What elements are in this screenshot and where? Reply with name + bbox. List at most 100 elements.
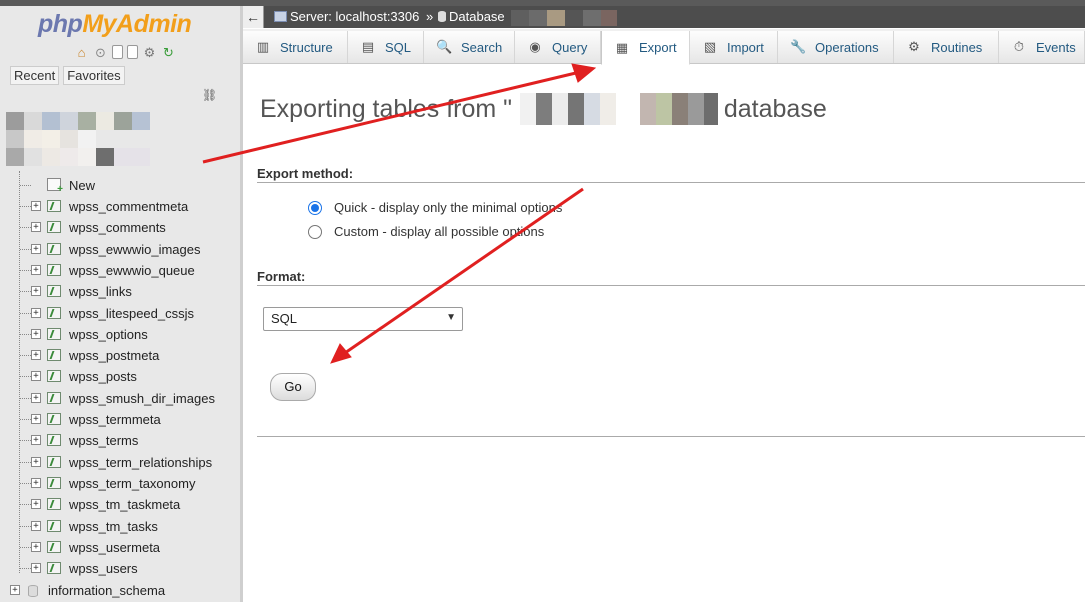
sidebar-resizer[interactable] (240, 6, 243, 602)
table-icon (47, 349, 61, 362)
tab-label: Routines (931, 39, 983, 55)
table-item[interactable]: + wpss_users (0, 558, 240, 579)
exit-icon[interactable]: ⊙ (93, 45, 108, 60)
table-item[interactable]: + wpss_terms (0, 430, 240, 451)
tab-events[interactable]: ⏱ Events (999, 31, 1085, 63)
expand-icon[interactable]: + (31, 286, 41, 297)
quick-icons: ⌂ ⊙ ⚙ ↻ (74, 45, 176, 60)
database-item-information-schema[interactable]: + information_schema (0, 580, 240, 602)
table-item[interactable]: + wpss_tm_taskmeta (0, 494, 240, 515)
quick-option[interactable]: Quick - display only the minimal options (308, 200, 562, 215)
expand-icon[interactable]: + (31, 541, 41, 552)
arrow-head (330, 343, 352, 364)
table-item[interactable]: + wpss_termmeta (0, 409, 240, 430)
recent-favorites: Recent Favorites (10, 66, 125, 85)
expand-icon[interactable]: + (31, 414, 41, 424)
link-icon[interactable]: ⛓ (202, 88, 217, 102)
table-item[interactable]: + wpss_options (0, 324, 240, 345)
custom-radio[interactable] (308, 224, 322, 239)
tree-connector (20, 419, 31, 420)
table-item[interactable]: + wpss_tm_tasks (0, 516, 240, 537)
table-item[interactable]: + wpss_posts (0, 366, 240, 387)
table-icon (47, 221, 61, 234)
recent-tab[interactable]: Recent (10, 66, 60, 85)
expand-icon[interactable]: + (31, 328, 41, 339)
table-item[interactable]: + wpss_usermeta (0, 537, 240, 558)
table-icon (47, 498, 61, 511)
home-icon[interactable]: ⌂ (74, 45, 89, 60)
table-item[interactable]: + wpss_commentmeta (0, 196, 240, 217)
breadcrumb-database[interactable]: Database (438, 9, 505, 24)
reload-icon[interactable]: ↻ (161, 45, 176, 60)
quick-radio[interactable] (308, 200, 322, 215)
new-table-item[interactable]: New (0, 175, 240, 196)
expand-icon[interactable]: + (10, 585, 20, 595)
expand-icon[interactable]: + (31, 456, 41, 467)
query-icon: ◉ (529, 39, 541, 54)
wrench-icon: 🔧 (790, 39, 807, 54)
expand-icon[interactable]: + (31, 499, 41, 510)
table-icon (47, 200, 61, 212)
export-method-heading: Export method: (257, 166, 354, 181)
custom-option[interactable]: Custom - display all possible options (308, 224, 544, 239)
table-item[interactable]: + wpss_term_relationships (0, 452, 240, 473)
table-item[interactable]: + wpss_ewwwio_images (0, 239, 240, 260)
table-icon (47, 476, 61, 489)
format-select[interactable]: SQL ▼ (263, 307, 463, 331)
table-item[interactable]: + wpss_postmeta (0, 345, 240, 366)
redacted-database-name[interactable] (6, 110, 156, 170)
expand-icon[interactable]: + (31, 201, 41, 211)
expand-icon[interactable]: + (31, 222, 41, 233)
breadcrumb-server-label: Server: localhost:3306 (290, 9, 420, 24)
format-select-value: SQL (271, 311, 298, 326)
table-item[interactable]: + wpss_term_taxonomy (0, 473, 240, 494)
tree-connector (20, 227, 31, 229)
favorites-tab[interactable]: Favorites (63, 66, 125, 85)
tab-operations[interactable]: 🔧 Operations (778, 31, 894, 63)
expand-icon[interactable]: + (31, 477, 41, 488)
collapse-sidebar-button[interactable]: ← (243, 6, 264, 28)
expand-icon[interactable]: + (31, 520, 41, 531)
table-item[interactable]: + wpss_smush_dir_images (0, 388, 240, 409)
tab-routines[interactable]: ⚙ Routines (894, 31, 999, 63)
gear-icon[interactable]: ⚙ (142, 45, 157, 60)
tree-connector (20, 312, 31, 314)
chevron-down-icon: ▼ (446, 312, 456, 323)
expand-icon[interactable]: + (31, 392, 41, 403)
sql-docs-icon[interactable] (127, 45, 138, 59)
table-item[interactable]: + wpss_comments (0, 217, 240, 238)
docs-icon[interactable] (112, 45, 123, 59)
arrow-head (571, 63, 597, 83)
tab-label: Operations (815, 39, 879, 55)
table-item[interactable]: + wpss_links (0, 281, 240, 302)
export-icon: ▦ (615, 39, 629, 55)
custom-option-label[interactable]: Custom - display all possible options (334, 224, 544, 239)
expand-icon[interactable]: + (31, 264, 41, 275)
expand-icon[interactable]: + (31, 243, 41, 254)
quick-option-label[interactable]: Quick - display only the minimal options (334, 200, 562, 215)
tab-search[interactable]: 🔍 Search (424, 31, 515, 63)
breadcrumb-server[interactable]: Server: localhost:3306 (274, 9, 419, 24)
tab-export[interactable]: ▦ Export (601, 31, 690, 65)
tree-connector (20, 333, 31, 335)
structure-icon: ▥ (256, 39, 270, 54)
expand-icon[interactable]: + (31, 307, 41, 318)
table-item[interactable]: + wpss_litespeed_cssjs (0, 303, 240, 324)
tab-structure[interactable]: ▥ Structure (243, 31, 348, 63)
table-label: wpss_terms (69, 433, 139, 449)
table-label: wpss_term_taxonomy (69, 475, 196, 491)
table-item[interactable]: + wpss_ewwwio_queue (0, 260, 240, 281)
go-button[interactable]: Go (270, 373, 316, 401)
tab-import[interactable]: ▧ Import (690, 31, 778, 63)
table-icon (47, 540, 61, 553)
expand-icon[interactable]: + (31, 371, 41, 382)
table-icon (47, 434, 61, 447)
expand-icon[interactable]: + (31, 350, 41, 361)
tab-sql[interactable]: ▤ SQL (348, 31, 424, 63)
tab-query[interactable]: ◉ Query (515, 31, 601, 63)
table-icon (47, 413, 61, 425)
tree-connector (20, 355, 31, 357)
expand-icon[interactable]: + (31, 563, 41, 574)
expand-icon[interactable]: + (31, 435, 41, 446)
phpmyadmin-logo[interactable]: phpMyAdmin (38, 10, 192, 39)
